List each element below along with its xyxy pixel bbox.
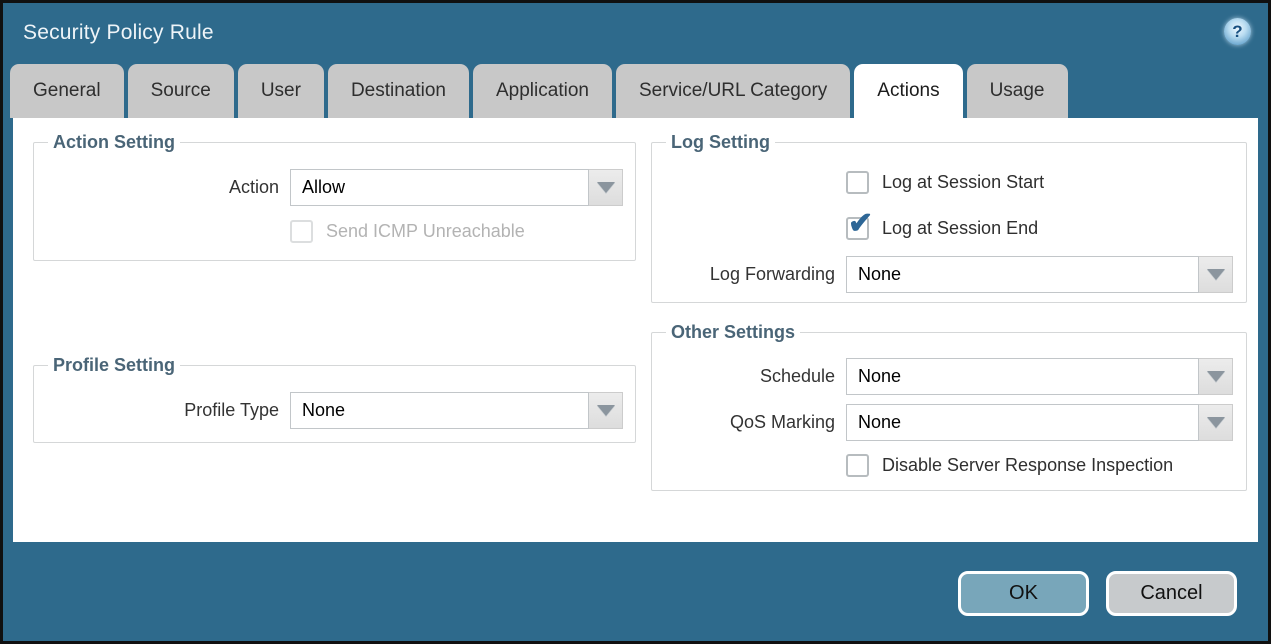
disable-server-response-inspection-checkbox[interactable]: [846, 454, 869, 477]
qos-marking-dropdown-value: None: [846, 404, 1199, 441]
other-settings-group: Other Settings Schedule None QoS Marking…: [651, 322, 1247, 491]
action-dropdown[interactable]: Allow: [290, 169, 623, 206]
chevron-down-icon: [597, 182, 615, 193]
profile-type-dropdown-button: [589, 392, 623, 429]
help-icon-glyph: ?: [1232, 22, 1242, 42]
cancel-button[interactable]: Cancel: [1106, 571, 1237, 616]
schedule-dropdown[interactable]: None: [846, 358, 1233, 395]
log-forwarding-dropdown[interactable]: None: [846, 256, 1233, 293]
log-forwarding-dropdown-value: None: [846, 256, 1199, 293]
profile-type-dropdown-value: None: [290, 392, 589, 429]
schedule-label: Schedule: [664, 366, 846, 387]
title-bar: Security Policy Rule ?: [3, 3, 1268, 62]
qos-marking-dropdown-button: [1199, 404, 1233, 441]
action-dropdown-button: [589, 169, 623, 206]
help-icon[interactable]: ?: [1224, 18, 1251, 45]
right-column: Log Setting Log at Session Start Log at …: [651, 118, 1247, 542]
log-at-session-end-label: Log at Session End: [882, 218, 1038, 239]
tab-destination[interactable]: Destination: [328, 64, 469, 118]
profile-type-label: Profile Type: [46, 400, 290, 421]
tab-actions[interactable]: Actions: [854, 64, 962, 118]
disable-server-response-inspection-label: Disable Server Response Inspection: [882, 455, 1173, 476]
log-at-session-start-checkbox[interactable]: [846, 171, 869, 194]
log-setting-group: Log Setting Log at Session Start Log at …: [651, 132, 1247, 303]
log-at-session-end-checkbox[interactable]: [846, 217, 869, 240]
ok-button[interactable]: OK: [958, 571, 1089, 616]
other-settings-legend: Other Settings: [666, 322, 800, 343]
schedule-dropdown-button: [1199, 358, 1233, 395]
log-forwarding-label: Log Forwarding: [664, 264, 846, 285]
tab-user[interactable]: User: [238, 64, 324, 118]
qos-marking-dropdown[interactable]: None: [846, 404, 1233, 441]
tab-application[interactable]: Application: [473, 64, 612, 118]
dialog-title: Security Policy Rule: [23, 21, 214, 45]
action-setting-legend: Action Setting: [48, 132, 180, 153]
log-setting-legend: Log Setting: [666, 132, 775, 153]
action-setting-group: Action Setting Action Allow Send ICMP Un…: [33, 132, 636, 261]
tab-source[interactable]: Source: [128, 64, 234, 118]
send-icmp-unreachable-checkbox: [290, 220, 313, 243]
qos-marking-label: QoS Marking: [664, 412, 846, 433]
action-label: Action: [46, 177, 290, 198]
chevron-down-icon: [1207, 269, 1225, 280]
tab-general[interactable]: General: [10, 64, 124, 118]
log-at-session-start-label: Log at Session Start: [882, 172, 1044, 193]
profile-setting-group: Profile Setting Profile Type None: [33, 355, 636, 443]
profile-type-dropdown[interactable]: None: [290, 392, 623, 429]
tab-service-url-category[interactable]: Service/URL Category: [616, 64, 850, 118]
chevron-down-icon: [1207, 417, 1225, 428]
left-column: Action Setting Action Allow Send ICMP Un…: [33, 118, 636, 542]
log-forwarding-dropdown-button: [1199, 256, 1233, 293]
tab-content-actions: Action Setting Action Allow Send ICMP Un…: [13, 118, 1258, 542]
dialog-footer: OK Cancel: [3, 542, 1268, 641]
chevron-down-icon: [597, 405, 615, 416]
action-dropdown-value: Allow: [290, 169, 589, 206]
tab-usage[interactable]: Usage: [967, 64, 1068, 118]
chevron-down-icon: [1207, 371, 1225, 382]
security-policy-rule-dialog: Security Policy Rule ? General Source Us…: [0, 0, 1271, 644]
schedule-dropdown-value: None: [846, 358, 1199, 395]
tab-bar: General Source User Destination Applicat…: [3, 62, 1268, 118]
profile-setting-legend: Profile Setting: [48, 355, 180, 376]
send-icmp-unreachable-label: Send ICMP Unreachable: [326, 221, 525, 242]
